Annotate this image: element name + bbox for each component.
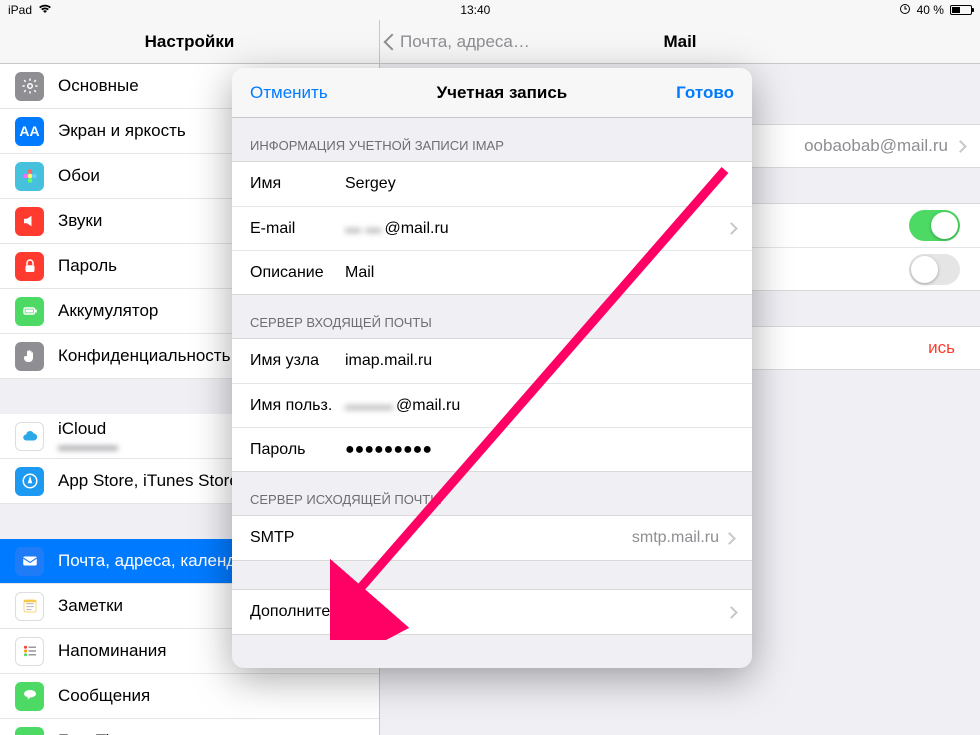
smtp-row[interactable]: SMTP smtp.mail.ru: [232, 516, 752, 560]
status-bar: iPad 13:40 40 %: [0, 0, 980, 20]
sidebar-item-label: Пароль: [58, 256, 117, 276]
username-label: Имя польз.: [250, 397, 345, 415]
email-row[interactable]: E-mail ▬ ▬@mail.ru: [232, 206, 752, 250]
chevron-left-icon: [384, 33, 401, 50]
account-email: oobaobab@mail.ru: [804, 136, 948, 156]
cancel-button[interactable]: Отменить: [250, 83, 328, 103]
name-value: Sergey: [345, 175, 734, 193]
sidebar-title: Настройки: [145, 32, 235, 52]
description-label: Описание: [250, 264, 345, 282]
section-incoming: СЕРВЕР ВХОДЯЩЕЙ ПОЧТЫ: [232, 295, 752, 338]
aa-icon: AA: [15, 117, 44, 146]
lock-icon: [15, 252, 44, 281]
sidebar-header: Настройки: [0, 20, 379, 64]
name-row[interactable]: Имя Sergey: [232, 162, 752, 206]
back-label: Почта, адреса…: [400, 32, 530, 52]
wifi-icon: [38, 3, 52, 17]
sidebar-item-label: Заметки: [58, 596, 123, 616]
description-value: Mail: [345, 264, 734, 282]
notes-icon: [15, 592, 44, 621]
sidebar-item-label: Основные: [58, 76, 139, 96]
rotation-lock-icon: [899, 3, 911, 18]
email-value: ▬ ▬@mail.ru: [345, 220, 734, 238]
mail-icon: [15, 547, 44, 576]
sidebar-item-label: Конфиденциальность: [58, 346, 230, 366]
sidebar-item-label: FaceTime: [58, 731, 133, 735]
password-label: Пароль: [250, 441, 345, 459]
account-modal: Отменить Учетная запись Готово ИНФОРМАЦИ…: [232, 68, 752, 668]
sidebar-item-label: App Store, iTunes Store: [58, 471, 239, 491]
switch-on[interactable]: [909, 210, 960, 241]
host-label: Имя узла: [250, 352, 345, 370]
username-value: ▬▬▬@mail.ru: [345, 397, 734, 415]
username-row[interactable]: Имя польз. ▬▬▬@mail.ru: [232, 383, 752, 427]
chevron-right-icon: [723, 532, 736, 545]
sidebar-item-facetime[interactable]: FaceTime: [0, 719, 379, 735]
status-time: 13:40: [460, 3, 490, 17]
chevron-right-icon: [954, 140, 967, 153]
delete-label-partial: ись: [928, 338, 955, 358]
advanced-row[interactable]: Дополнительно: [232, 590, 752, 634]
section-outgoing: СЕРВЕР ИСХОДЯЩЕЙ ПОЧТЫ: [232, 472, 752, 515]
password-row[interactable]: Пароль ●●●●●●●●●: [232, 427, 752, 471]
facetime-icon: [15, 727, 44, 735]
detail-header: Почта, адреса… Mail: [380, 20, 980, 64]
section-imap-info: ИНФОРМАЦИЯ УЧЕТНОЙ ЗАПИСИ IMAP: [232, 118, 752, 161]
host-row[interactable]: Имя узла imap.mail.ru: [232, 339, 752, 383]
battery-icon: [950, 5, 972, 15]
battery-percent: 40 %: [917, 3, 944, 17]
message-icon: [15, 682, 44, 711]
sidebar-item-label: Звуки: [58, 211, 102, 231]
host-value: imap.mail.ru: [345, 352, 734, 370]
email-label: E-mail: [250, 220, 345, 238]
hand-icon: [15, 342, 44, 371]
done-button[interactable]: Готово: [676, 83, 734, 103]
sidebar-item-label: Напоминания: [58, 641, 167, 661]
sidebar-item-label: iCloud: [58, 419, 118, 439]
flower-icon: [15, 162, 44, 191]
modal-title: Учетная запись: [437, 83, 568, 103]
advanced-label: Дополнительно: [250, 603, 734, 621]
smtp-value: smtp.mail.ru: [345, 529, 725, 547]
sidebar-item-label: Экран и яркость: [58, 121, 186, 141]
back-button[interactable]: Почта, адреса…: [386, 32, 530, 52]
password-value: ●●●●●●●●●: [345, 441, 734, 459]
switch-off[interactable]: [909, 254, 960, 285]
cloud-icon: [15, 422, 44, 451]
modal-header: Отменить Учетная запись Готово: [232, 68, 752, 118]
battery-icon: [15, 297, 44, 326]
sidebar-item-label: Аккумулятор: [58, 301, 158, 321]
smtp-label: SMTP: [250, 529, 345, 547]
gear-icon: [15, 72, 44, 101]
description-row[interactable]: Описание Mail: [232, 250, 752, 294]
sidebar-item-label: Обои: [58, 166, 100, 186]
detail-title: Mail: [663, 32, 696, 52]
name-label: Имя: [250, 175, 345, 193]
speaker-icon: [15, 207, 44, 236]
sidebar-item-label: Сообщения: [58, 686, 150, 706]
reminders-icon: [15, 637, 44, 666]
carrier-label: iPad: [8, 3, 32, 17]
sidebar-item-message[interactable]: Сообщения: [0, 674, 379, 719]
appstore-icon: [15, 467, 44, 496]
